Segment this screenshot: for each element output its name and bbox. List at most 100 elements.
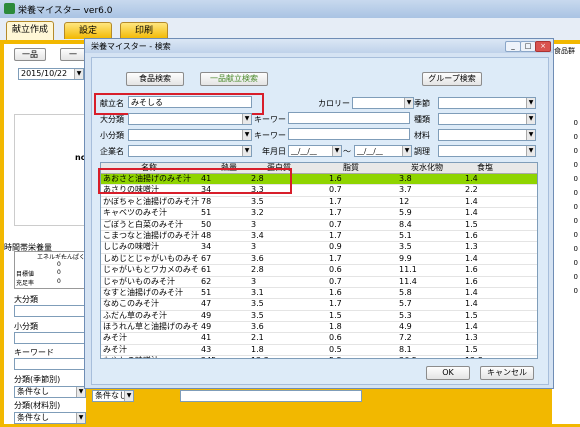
season-select[interactable]: ▼ — [438, 97, 536, 109]
cell-s: 1.5 — [465, 310, 478, 320]
cell-f: 0.5 — [329, 344, 342, 354]
close-icon[interactable]: × — [535, 41, 551, 52]
group-search-button[interactable]: グループ検索 — [422, 72, 482, 86]
cell-c: 4.9 — [399, 322, 412, 332]
cell-f: 0.6 — [329, 333, 342, 343]
table-row[interactable]: キャベツのみそ汁 51 3.2 1.7 5.9 1.4 — [101, 208, 537, 220]
cell-e: 245 — [201, 356, 216, 358]
table-row[interactable]: しじみの味噌汁 34 3 0.9 3.5 1.3 — [101, 242, 537, 254]
table-row[interactable]: じゃがいものみそ汁 62 3 0.7 11.4 1.6 — [101, 277, 537, 288]
daibunrui-select[interactable]: ▼ — [128, 113, 252, 125]
dialog-title-bar: 栄養マイスター - 検索 _ □ × — [85, 39, 553, 53]
cell-f: 0.7 — [329, 185, 342, 195]
fg-value: 0 — [573, 161, 578, 169]
cell-c: 5.1 — [399, 230, 412, 240]
tab-kondate[interactable]: 献立作成 — [6, 21, 54, 40]
cell-e: 43 — [201, 344, 212, 354]
cell-p: 3 — [251, 276, 257, 286]
cell-c: 9.9 — [399, 253, 412, 263]
table-row[interactable]: こまつなと油揚げのみそ汁 48 3.4 1.7 5.1 1.6 — [101, 230, 537, 243]
col-fat[interactable]: 脂質 — [343, 163, 359, 173]
filter-input-mid[interactable] — [180, 390, 362, 402]
keyword1-input[interactable] — [288, 112, 410, 124]
date-value: 2015/10/22 — [21, 69, 68, 78]
cell-name: ごぼうと白菜のみそ汁 — [103, 219, 183, 229]
cell-c: 5.3 — [399, 310, 412, 320]
cell-p: 3 — [251, 219, 257, 229]
table-row[interactable]: かぼちゃと油揚げのみそ汁 78 3.5 1.7 12 1.4 — [101, 196, 537, 209]
ok-button[interactable]: OK — [426, 366, 470, 380]
cancel-button[interactable]: キャンセル — [480, 366, 534, 380]
tab-print[interactable]: 印刷 — [120, 22, 168, 39]
kind-label: 種類 — [414, 115, 430, 124]
season-select[interactable]: 条件なし ▼ — [14, 386, 86, 398]
season-value: 条件なし — [17, 387, 49, 396]
ichi-button[interactable]: 一 — [60, 48, 86, 61]
cook-select[interactable]: ▼ — [438, 145, 536, 157]
date-from-value: __/__/__ — [291, 147, 317, 155]
cell-name: みそ汁 — [103, 333, 127, 343]
ippin-button[interactable]: 一品 — [14, 48, 46, 61]
cell-p: 3.2 — [251, 208, 264, 218]
table-row[interactable]: ほうれん草と油揚げのみそ汁 49 3.6 1.8 4.9 1.4 — [101, 322, 537, 334]
table-row[interactable]: みそ汁 41 2.1 0.6 7.2 1.3 — [101, 333, 537, 345]
kondate-label: 献立名 — [100, 99, 124, 108]
material-select[interactable]: 条件なし ▼ — [14, 412, 86, 424]
keyword-input[interactable] — [14, 358, 86, 370]
cell-e: 78 — [201, 196, 212, 206]
fg-value: 0 — [573, 203, 578, 211]
table-row[interactable]: ごぼうと白菜のみそ汁 50 3 0.7 8.4 1.5 — [101, 220, 537, 231]
window-title: 栄養マイスター ver6.0 — [18, 6, 113, 16]
chevron-down-icon: ▼ — [404, 98, 413, 108]
nut-value: 0 — [57, 269, 61, 276]
table-row[interactable]: みそ汁 43 1.8 0.5 8.1 1.5 — [101, 344, 537, 357]
cell-f: 0.6 — [329, 265, 342, 275]
date-select[interactable]: 2015/10/22 ▼ — [18, 68, 84, 80]
cell-s: 1.4 — [465, 174, 478, 183]
date-from-select[interactable]: __/__/__ ▼ — [288, 145, 342, 157]
daibunrui-label: 大分類 — [14, 295, 38, 304]
col-carb[interactable]: 炭水化物 — [411, 163, 443, 173]
company-select[interactable]: ▼ — [128, 145, 252, 157]
daibunrui-select[interactable] — [14, 305, 86, 317]
cell-e: 61 — [201, 265, 212, 275]
cell-f: 5.5 — [329, 356, 342, 358]
cell-name: じゃがいもとワカメのみそ汁 — [103, 265, 199, 275]
table-row[interactable]: なすと油揚げのみそ汁 51 3.1 1.6 5.8 1.4 — [101, 287, 537, 300]
season-label: 季節 — [414, 99, 430, 108]
col-salt[interactable]: 食塩 — [477, 163, 493, 173]
company-label: 企業名 — [100, 147, 124, 156]
nut-value: 0 — [57, 261, 61, 268]
cell-c: 3.8 — [399, 174, 412, 183]
date-to-select[interactable]: __/__/__ ▼ — [354, 145, 412, 157]
table-row[interactable]: もやしの味噌汁245 12.3 5.5 36.5 12.8 — [101, 356, 537, 358]
kind-select[interactable]: ▼ — [438, 113, 536, 125]
material-select[interactable]: ▼ — [438, 129, 536, 141]
ippin-search-button[interactable]: 一品献立検索 — [200, 72, 268, 86]
shoubunrui-select[interactable] — [14, 332, 86, 344]
cell-p: 2.1 — [251, 333, 264, 343]
cell-s: 1.6 — [465, 265, 478, 275]
dialog-body: 食品検索 一品献立検索 グループ検索 献立名 カロリー ▼ 季節 ▼ 大分類 ▼… — [91, 57, 549, 385]
fg-value: 0 — [573, 287, 578, 295]
cell-p: 1.8 — [251, 344, 264, 354]
kondate-input[interactable] — [128, 96, 252, 108]
cell-name: しめじとじゃがいものみそ汁 — [103, 253, 199, 263]
table-row[interactable]: ふだん草のみそ汁 49 3.5 1.5 5.3 1.5 — [101, 310, 537, 323]
cell-p: 3.6 — [251, 253, 264, 263]
table-row[interactable]: なめこのみそ汁 47 3.5 1.7 5.7 1.4 — [101, 299, 537, 311]
cell-f: 1.6 — [329, 287, 342, 297]
shoubunrui-select[interactable]: ▼ — [128, 129, 252, 141]
minimize-icon[interactable]: _ — [505, 41, 521, 52]
calorie-select[interactable]: ▼ — [352, 97, 414, 109]
fg-value: 0 — [573, 175, 578, 183]
food-search-button[interactable]: 食品検索 — [126, 72, 184, 86]
tab-settings[interactable]: 設定 — [64, 22, 112, 39]
cell-c: 11.1 — [399, 265, 417, 275]
cond-select-mid[interactable]: 条件なし ▼ — [92, 390, 134, 402]
image-area: no — [14, 114, 88, 226]
keyword2-input[interactable] — [288, 128, 410, 140]
table-row[interactable]: しめじとじゃがいものみそ汁 67 3.6 1.7 9.9 1.4 — [101, 253, 537, 266]
maximize-icon[interactable]: □ — [520, 41, 536, 52]
table-row[interactable]: じゃがいもとワカメのみそ汁 61 2.8 0.6 11.1 1.6 — [101, 265, 537, 277]
